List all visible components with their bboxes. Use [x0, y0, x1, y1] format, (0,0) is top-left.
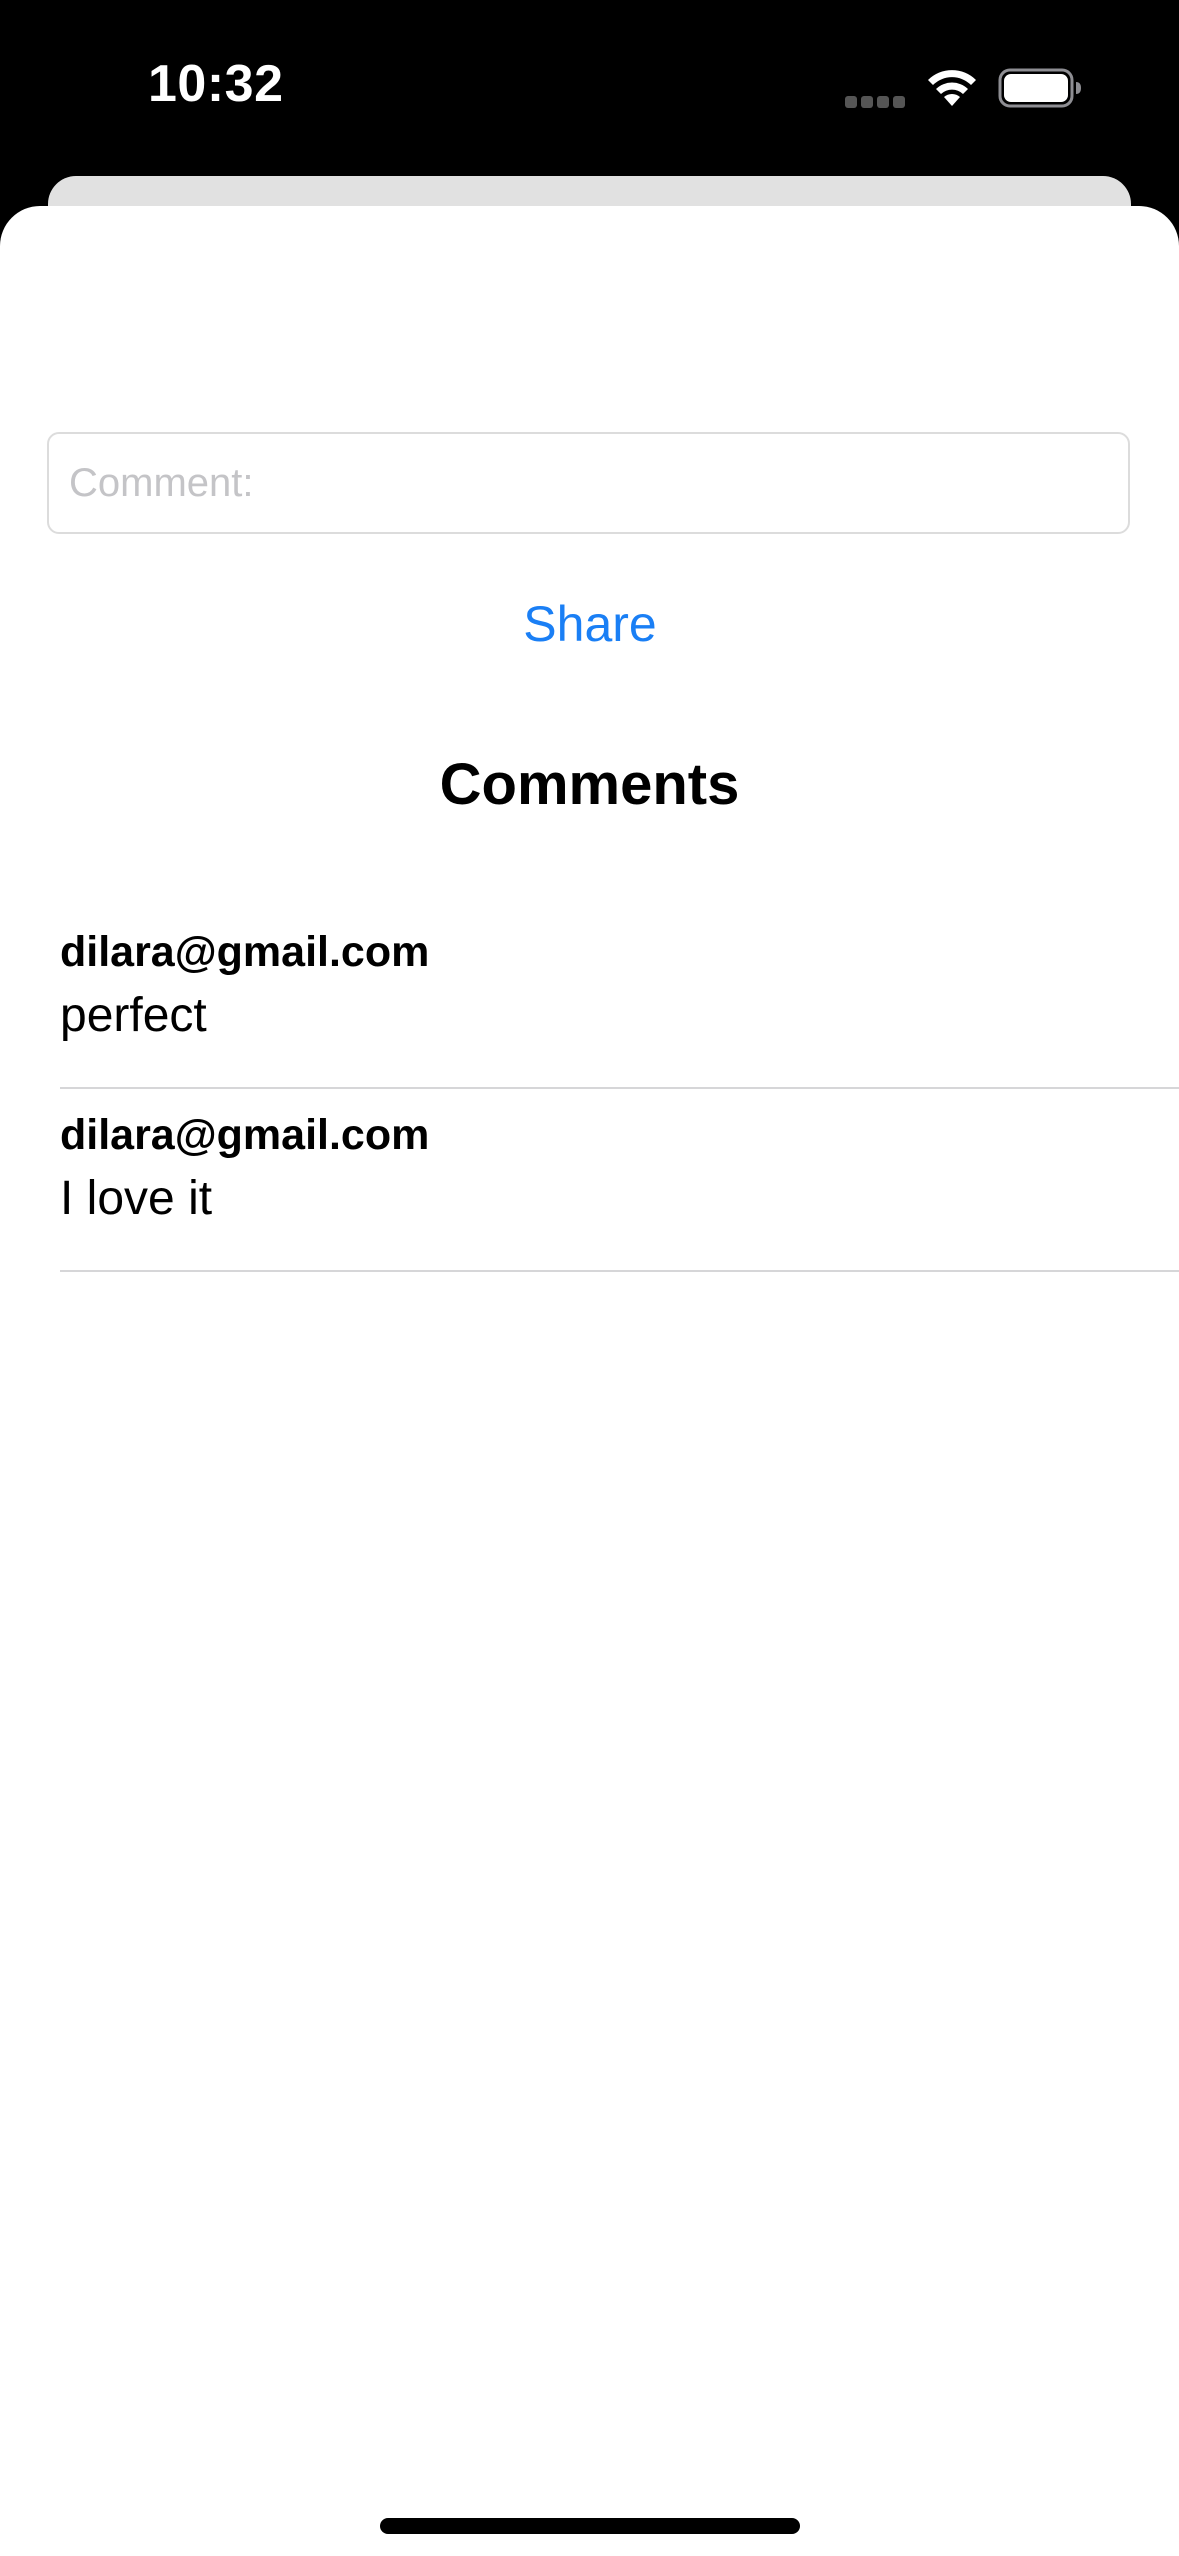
battery-icon: [998, 68, 1081, 108]
app-screen: 10:32 Share Comments dilara@gmail.com pe…: [0, 0, 1179, 2556]
comments-sheet: Share Comments: [0, 206, 1179, 2556]
status-bar: 10:32: [0, 0, 1179, 170]
wifi-icon: [928, 70, 976, 106]
list-item[interactable]: dilara@gmail.com I love it: [60, 1089, 1179, 1272]
home-indicator[interactable]: [380, 2518, 800, 2534]
comment-input[interactable]: [47, 432, 1130, 534]
status-time: 10:32: [148, 55, 284, 113]
comment-author: dilara@gmail.com: [60, 928, 430, 976]
comments-title: Comments: [439, 752, 740, 817]
share-button[interactable]: Share: [440, 584, 740, 664]
comment-text: I love it: [60, 1172, 213, 1225]
cellular-signal-icon: [845, 96, 905, 108]
comment-text: perfect: [60, 989, 207, 1042]
comment-author: dilara@gmail.com: [60, 1111, 430, 1159]
list-item[interactable]: dilara@gmail.com perfect: [60, 906, 1179, 1089]
comment-list: dilara@gmail.com perfect dilara@gmail.co…: [60, 906, 1179, 1272]
